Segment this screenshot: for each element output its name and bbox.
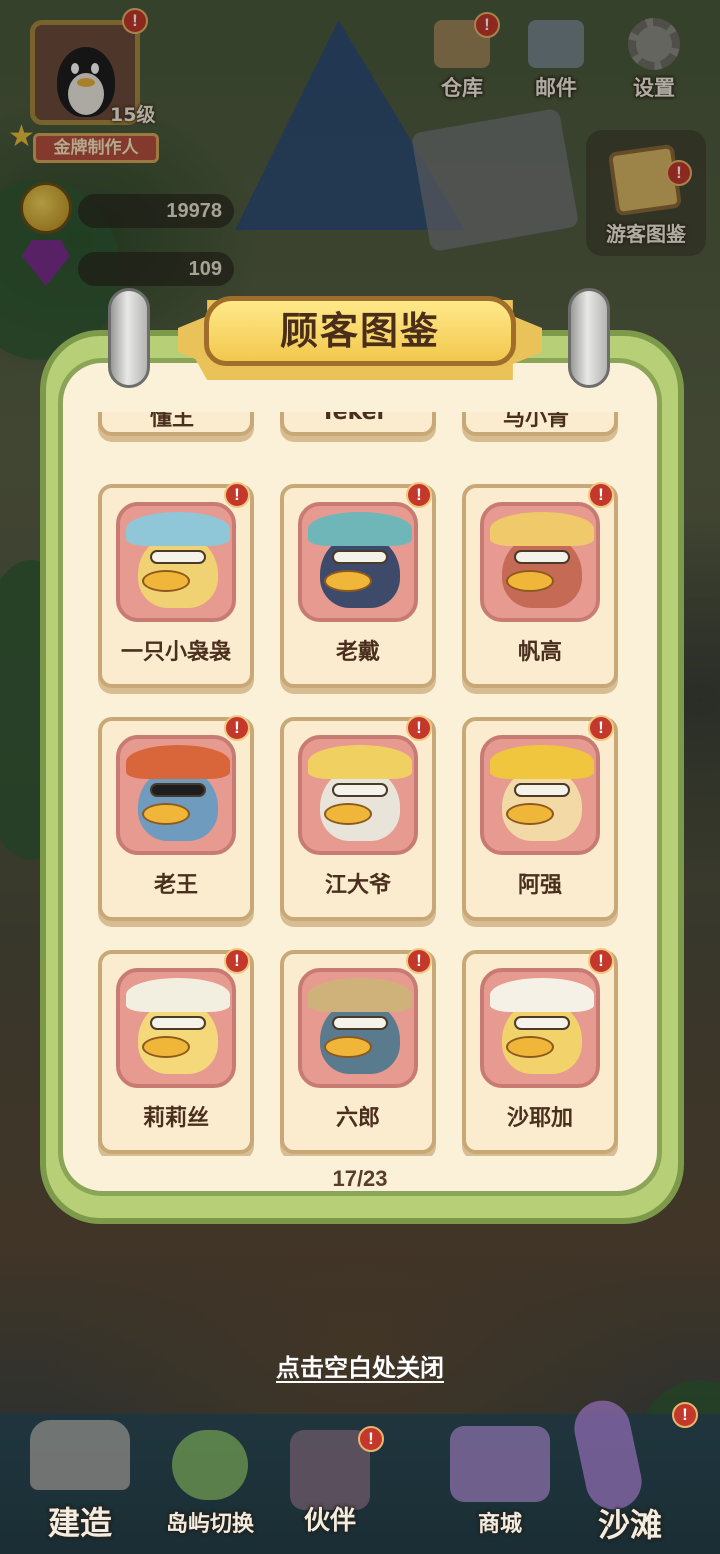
customer-name: 莉莉丝 <box>142 1106 209 1131</box>
customer-portrait <box>116 502 236 622</box>
customer-card[interactable]: 阿强 <box>462 717 618 921</box>
shop-icon <box>450 1426 550 1502</box>
beach-alert-icon: ! <box>672 1402 698 1428</box>
page-counter: 17/23 <box>332 1166 388 1191</box>
customer-name: 阿强 <box>517 873 562 898</box>
customer-card[interactable]: 莉莉丝 <box>98 950 254 1154</box>
customer-card[interactable]: 老戴 <box>280 484 436 688</box>
customer-portrait <box>480 735 600 855</box>
build-hammer-icon <box>30 1420 130 1490</box>
card-alert-icon: ! <box>588 948 614 974</box>
card-alert-icon: ! <box>406 715 432 741</box>
customer-portrait <box>298 735 418 855</box>
nav-island-switch-button[interactable]: 岛屿切换 <box>150 1420 270 1550</box>
customer-name: 懂王 <box>149 412 194 431</box>
customer-card[interactable]: 沙耶加 <box>462 950 618 1154</box>
customer-name: Teker <box>320 412 388 425</box>
customer-name: 一只小袅袅 <box>120 640 231 665</box>
customer-name: 老戴 <box>335 640 380 665</box>
customer-card[interactable]: 一只小袅袅 <box>98 484 254 688</box>
card-alert-icon: ! <box>224 948 250 974</box>
customer-card[interactable]: 六郎 <box>280 950 436 1154</box>
card-alert-icon: ! <box>224 482 250 508</box>
customer-card[interactable]: 江大爷 <box>280 717 436 921</box>
customer-card[interactable]: 老王 <box>98 717 254 921</box>
binder-ring-left <box>108 288 150 388</box>
card-alert-icon: ! <box>588 715 614 741</box>
customer-card[interactable]: 帆高 <box>462 484 618 688</box>
customer-name: 六郎 <box>335 1106 380 1131</box>
customer-portrait <box>480 968 600 1088</box>
nav-shop-button[interactable]: 商城 <box>440 1420 560 1550</box>
customer-name: 沙耶加 <box>506 1106 573 1131</box>
binder-ring-right <box>568 288 610 388</box>
customer-portrait <box>298 502 418 622</box>
customer-name: 马小青 <box>502 412 569 431</box>
card-alert-icon: ! <box>588 482 614 508</box>
island-switch-icon <box>172 1430 248 1500</box>
customer-portrait <box>298 968 418 1088</box>
customer-portrait <box>116 735 236 855</box>
tap-blank-to-close-hint[interactable]: 点击空白处关闭 <box>200 1348 520 1383</box>
nav-beach-button[interactable]: 沙滩 <box>569 1395 690 1550</box>
nav-build-button[interactable]: 建造 <box>20 1420 140 1550</box>
customer-name: 帆高 <box>517 640 562 665</box>
customer-name: 老王 <box>153 873 198 898</box>
partner-alert-icon: ! <box>358 1426 384 1452</box>
customer-portrait <box>116 968 236 1088</box>
card-alert-icon: ! <box>224 715 250 741</box>
customer-grid[interactable]: 懂王 Teker 马小青 一只小袅袅 老戴 帆高 老王 江大爷 阿强 莉莉丝 六… <box>82 412 638 1156</box>
card-alert-icon: ! <box>406 482 432 508</box>
customer-name: 江大爷 <box>324 873 391 898</box>
modal-title: 顾客图鉴 <box>279 309 440 353</box>
card-alert-icon: ! <box>406 948 432 974</box>
customer-portrait <box>480 502 600 622</box>
